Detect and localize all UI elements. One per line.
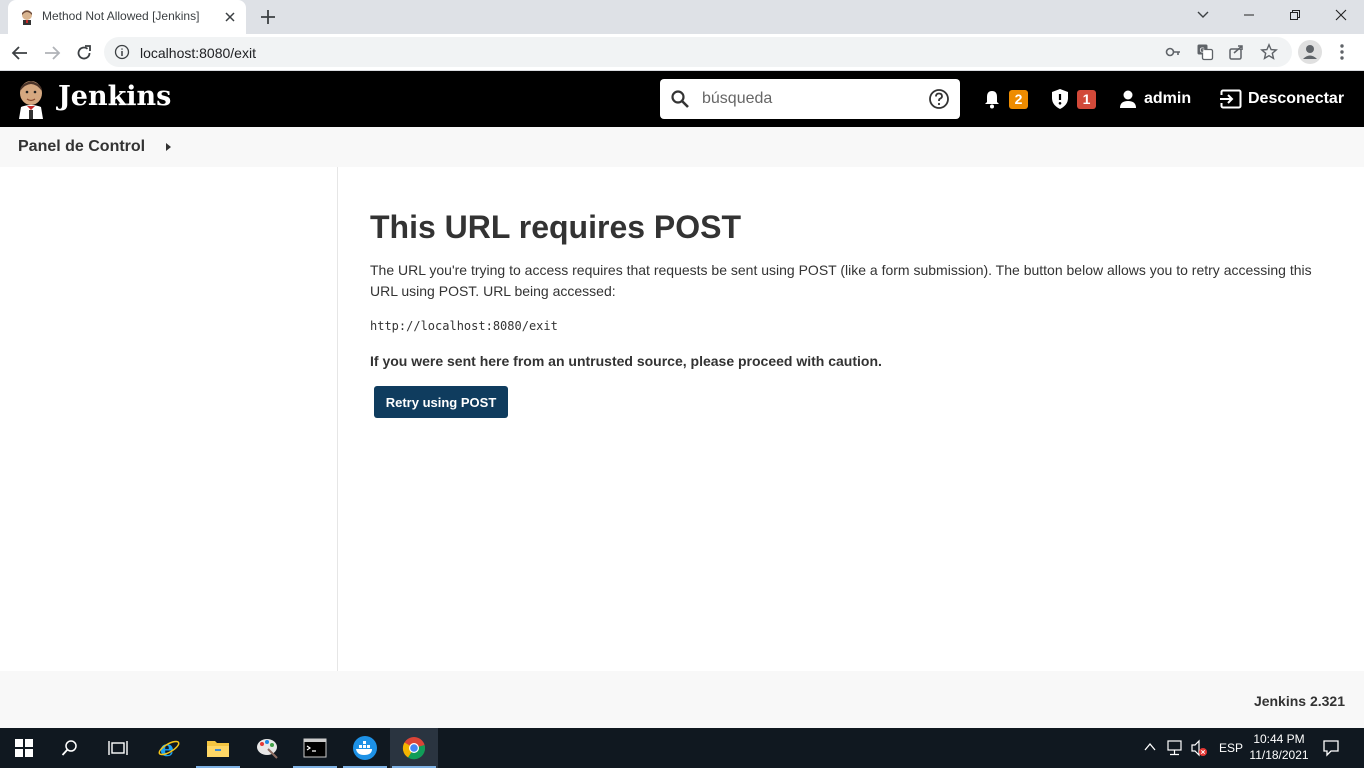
description-text: The URL you're trying to access requires… <box>370 262 1312 299</box>
page-title: This URL requires POST <box>370 209 742 245</box>
accessed-url: http://localhost:8080/exit <box>370 319 558 333</box>
chevron-down-icon <box>1197 11 1209 18</box>
folder-icon <box>207 741 229 757</box>
task-view-button[interactable] <box>94 728 142 768</box>
retry-post-button[interactable]: Retry using POST <box>374 386 508 418</box>
start-button[interactable] <box>0 728 48 768</box>
taskbar-chrome[interactable] <box>390 728 438 768</box>
browser-toolbar: localhost:8080/exit G <box>0 34 1364 71</box>
task-view-icon <box>108 741 128 755</box>
key-icon[interactable] <box>1164 43 1182 61</box>
caution-warning: If you were sent here from an untrusted … <box>370 353 882 369</box>
close-window-button[interactable] <box>1318 0 1364 30</box>
info-icon[interactable] <box>114 44 130 60</box>
chrome-icon <box>402 737 426 760</box>
close-tab-icon[interactable] <box>222 9 238 25</box>
security-button[interactable]: 1 <box>1050 71 1096 127</box>
restore-icon <box>1290 10 1300 20</box>
svg-text:G: G <box>1200 47 1205 55</box>
jenkins-favicon-icon <box>22 10 32 25</box>
back-button[interactable] <box>8 41 32 65</box>
internet-explorer-icon: e <box>158 736 180 760</box>
tab-title: Method Not Allowed [Jenkins] <box>42 9 200 23</box>
caret-right-icon[interactable] <box>164 142 172 152</box>
jenkins-logo-icon[interactable] <box>15 79 47 119</box>
help-icon[interactable] <box>928 88 950 110</box>
profile-avatar[interactable] <box>1298 40 1322 64</box>
paint-icon <box>257 739 278 759</box>
browser-tabstrip: Method Not Allowed [Jenkins] <box>0 0 1364 34</box>
logout-icon <box>1220 89 1242 109</box>
person-icon <box>1303 45 1317 59</box>
taskbar-internet-explorer[interactable]: e <box>145 728 193 768</box>
shield-icon <box>1052 89 1068 109</box>
username: admin <box>1144 90 1192 107</box>
docker-icon <box>353 736 377 760</box>
security-badge: 1 <box>1077 89 1096 109</box>
windows-logo-icon <box>15 739 33 757</box>
taskbar-file-explorer[interactable] <box>194 728 242 768</box>
terminal-icon <box>303 738 327 758</box>
jenkins-brand[interactable]: Jenkins <box>58 81 171 112</box>
clock-date: 11/18/2021 <box>1249 748 1309 762</box>
tab-search-button[interactable] <box>1180 0 1226 30</box>
network-icon[interactable] <box>1166 739 1184 757</box>
notifications-badge: 2 <box>1009 89 1028 109</box>
url-text[interactable]: localhost:8080/exit <box>140 45 256 61</box>
kebab-menu-icon[interactable] <box>1333 42 1351 62</box>
side-panel <box>0 167 338 671</box>
chevron-up-icon[interactable] <box>1144 742 1156 752</box>
user-icon <box>1120 90 1136 108</box>
bell-icon <box>985 91 999 109</box>
new-tab-icon[interactable] <box>257 6 279 28</box>
reload-icon <box>77 45 91 60</box>
restore-button[interactable] <box>1272 0 1318 30</box>
action-center-icon[interactable] <box>1322 739 1340 757</box>
forward-button[interactable] <box>40 41 64 65</box>
bookmark-star-icon[interactable] <box>1260 43 1278 61</box>
browser-tab[interactable]: Method Not Allowed [Jenkins] <box>8 0 246 34</box>
minimize-icon <box>1244 14 1254 16</box>
taskbar-paint[interactable] <box>243 728 291 768</box>
search-box <box>660 79 960 119</box>
clock-time: 10:44 PM <box>1253 732 1305 746</box>
volume-muted-icon[interactable] <box>1190 739 1208 757</box>
logout-button[interactable]: Desconectar <box>1220 71 1344 127</box>
arrow-right-icon <box>45 46 61 60</box>
jenkins-header: Jenkins 2 1 admin Desconectar <box>0 71 1364 127</box>
logout-label: Desconectar <box>1248 90 1345 107</box>
search-icon <box>671 90 689 108</box>
arrow-left-icon <box>11 46 27 60</box>
taskbar-search-button[interactable] <box>46 728 94 768</box>
windows-taskbar: e ESP 10:44 PM 11/18/2021 <box>0 728 1364 768</box>
search-input[interactable] <box>702 85 922 113</box>
breadcrumb: Panel de Control <box>0 127 1364 167</box>
search-icon <box>61 740 77 756</box>
notifications-button[interactable]: 2 <box>982 71 1028 127</box>
system-clock[interactable]: 10:44 PM 11/18/2021 <box>1246 731 1312 763</box>
close-icon <box>1335 9 1347 21</box>
taskbar-terminal[interactable] <box>291 728 339 768</box>
input-language[interactable]: ESP <box>1219 741 1243 755</box>
address-bar[interactable]: localhost:8080/exit G <box>104 37 1292 67</box>
breadcrumb-item-dashboard[interactable]: Panel de Control <box>18 138 145 156</box>
reload-button[interactable] <box>72 41 96 65</box>
minimize-button[interactable] <box>1226 0 1272 30</box>
page-footer: Jenkins 2.321 <box>0 671 1364 728</box>
jenkins-version[interactable]: Jenkins 2.321 <box>1254 693 1345 709</box>
user-menu[interactable]: admin <box>1118 71 1191 127</box>
taskbar-docker[interactable] <box>341 728 389 768</box>
share-icon[interactable] <box>1228 43 1246 61</box>
translate-icon[interactable]: G <box>1196 43 1214 61</box>
